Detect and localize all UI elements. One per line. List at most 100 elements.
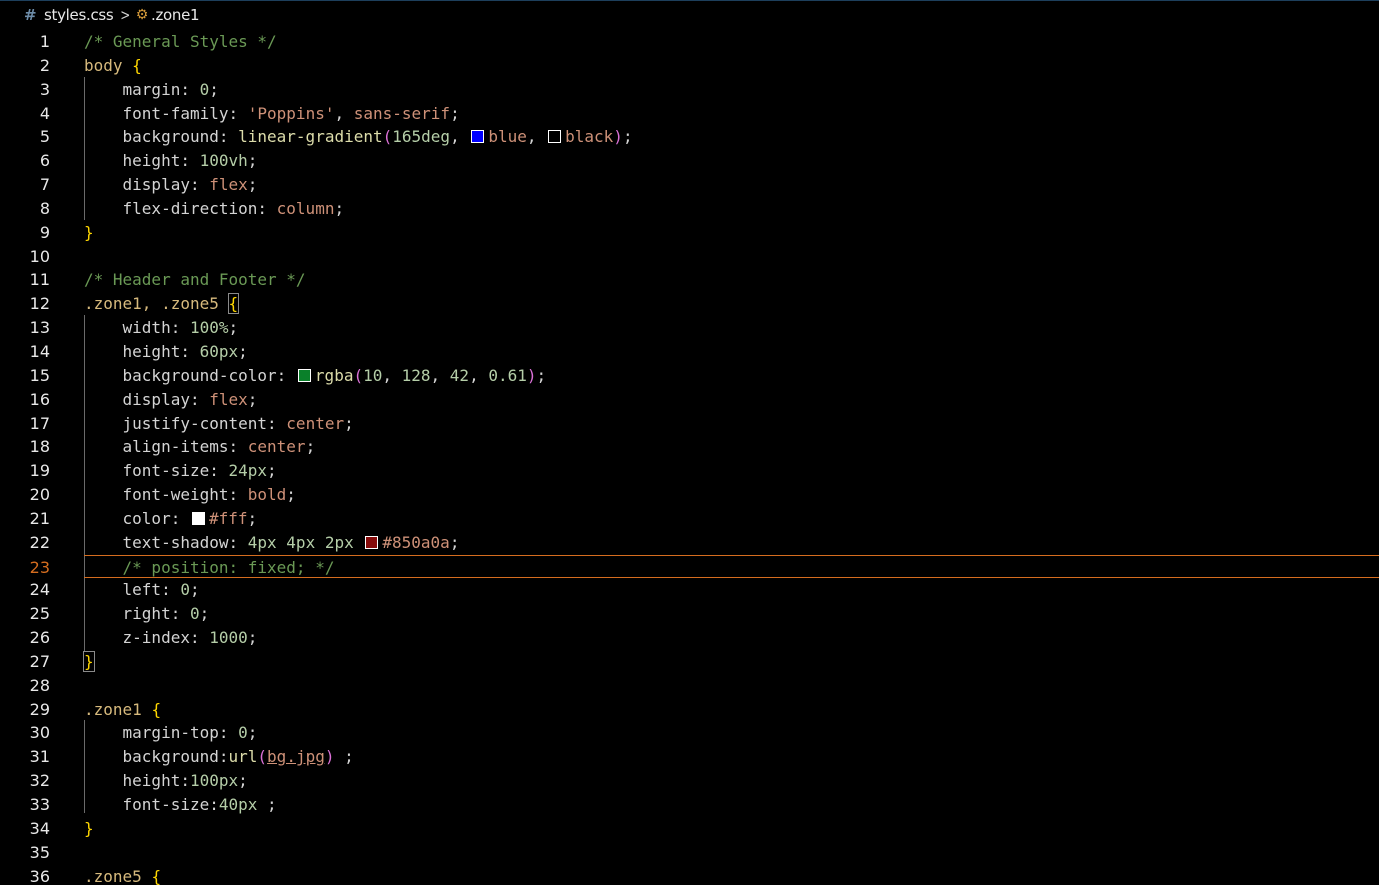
- breadcrumb-symbol[interactable]: .zone1: [151, 6, 200, 24]
- code-token: bold: [247, 485, 287, 505]
- color-swatch[interactable]: [471, 130, 485, 144]
- line-code: .zone5 {: [84, 865, 161, 885]
- code-token: ): [526, 365, 537, 385]
- code-token: 0.61: [488, 365, 527, 385]
- code-line[interactable]: 2 body {: [0, 54, 1379, 78]
- code-line[interactable]: 1 /* General Styles */: [0, 30, 1379, 54]
- code-editor[interactable]: # styles.css > ⚙ .zone1 1 /* General Styl…: [0, 0, 1379, 885]
- code-token: (: [257, 747, 268, 767]
- code-token: {: [227, 293, 240, 315]
- code-line[interactable]: 5 background: linear-gradient(165deg, bl…: [0, 125, 1379, 149]
- code-token: ;: [257, 795, 277, 814]
- color-swatch[interactable]: [548, 130, 562, 144]
- line-number: 5: [39, 127, 50, 147]
- code-line[interactable]: 13 width: 100%;: [0, 316, 1379, 340]
- color-swatch[interactable]: [365, 535, 379, 549]
- code-token: 100px: [189, 771, 239, 791]
- code-token: ): [613, 127, 623, 147]
- code-line[interactable]: 4 font-family: 'Poppins', sans-serif;: [0, 102, 1379, 126]
- code-line[interactable]: 27}: [0, 650, 1379, 674]
- color-swatch[interactable]: [297, 368, 311, 382]
- line-number: 15: [29, 365, 50, 385]
- code-line[interactable]: 7 display: flex;: [0, 173, 1379, 197]
- code-line[interactable]: 12 .zone1, .zone5 {: [0, 292, 1379, 316]
- code-line[interactable]: 23 /* position: fixed; */: [30, 554, 1379, 579]
- line-number: 29: [29, 699, 50, 719]
- code-token: font-weight:: [84, 485, 248, 505]
- code-line[interactable]: 10: [0, 245, 1379, 269]
- code-line[interactable]: 25 right: 0;: [0, 602, 1379, 626]
- code-line[interactable]: 17 justify-content: center;: [0, 412, 1379, 436]
- code-token: column: [276, 198, 335, 218]
- line-code: background: linear-gradient(165deg, blue…: [84, 125, 633, 149]
- code-token: .zone1: [84, 699, 142, 719]
- code-line[interactable]: 14 height: 60px;: [0, 340, 1379, 364]
- code-line[interactable]: 33 font-size:40px ;: [0, 793, 1379, 817]
- code-line[interactable]: 11 /* Header and Footer */: [0, 268, 1379, 292]
- code-token: 0: [180, 580, 190, 600]
- line-code: right: 0;: [84, 602, 210, 626]
- code-token: font-size:: [84, 461, 229, 481]
- code-token: ;: [247, 628, 258, 648]
- code-line[interactable]: 15 background-color: rgba(10, 128, 42, 0…: [0, 364, 1379, 388]
- code-line[interactable]: 28: [0, 674, 1379, 698]
- code-token: }: [84, 818, 94, 838]
- code-line[interactable]: 16 display: flex;: [0, 388, 1379, 412]
- line-number: 18: [29, 437, 50, 457]
- line-number: 9: [39, 222, 50, 242]
- line-number: 35: [29, 842, 50, 862]
- code-line[interactable]: 19 font-size: 24px;: [0, 459, 1379, 483]
- code-token: ;: [199, 604, 210, 624]
- code-token: align-items:: [84, 437, 248, 457]
- line-number: 8: [39, 198, 50, 218]
- code-token: }: [83, 650, 95, 672]
- code-token: 'Poppins': [247, 103, 335, 123]
- color-swatch[interactable]: [191, 511, 205, 525]
- code-token: flex-direction:: [84, 198, 277, 218]
- code-line[interactable]: 32 height:100px;: [0, 769, 1379, 793]
- code-line[interactable]: 21 color: #fff;: [0, 507, 1379, 531]
- code-line[interactable]: 22 text-shadow: 4px 4px 2px #850a0a;: [0, 531, 1379, 555]
- code-line[interactable]: 26 z-index: 1000;: [0, 626, 1379, 650]
- line-code: margin: 0;: [84, 78, 219, 102]
- line-number: 28: [29, 675, 50, 695]
- code-token: width:: [84, 318, 190, 338]
- code-token: ;: [450, 103, 460, 123]
- code-line[interactable]: 20 font-weight: bold;: [0, 483, 1379, 507]
- breadcrumb-file[interactable]: styles.css: [44, 6, 114, 24]
- code-line[interactable]: 36 .zone5 {: [0, 865, 1379, 885]
- line-code: font-size: 24px;: [84, 459, 277, 483]
- code-lines[interactable]: 1/* General Styles */2 body {3 margin: 0;…: [0, 30, 1379, 885]
- code-token: ,: [469, 365, 489, 385]
- code-line[interactable]: 31 background:url(bg.jpg) ;: [0, 745, 1379, 769]
- code-line[interactable]: 30 margin-top: 0;: [0, 721, 1379, 745]
- code-token: text-shadow:: [84, 532, 248, 552]
- line-number: 23: [29, 557, 50, 577]
- code-token: ;: [189, 580, 200, 600]
- code-line[interactable]: 24 left: 0;: [0, 578, 1379, 602]
- code-line[interactable]: 34}: [0, 817, 1379, 841]
- code-token: 0: [189, 604, 200, 624]
- line-code: align-items: center;: [84, 435, 316, 459]
- code-line[interactable]: 9}: [0, 221, 1379, 245]
- code-token: /* position: fixed; */: [84, 557, 335, 577]
- line-number: 27: [29, 651, 50, 671]
- line-code: left: 0;: [84, 578, 200, 602]
- line-number: 21: [29, 508, 50, 528]
- code-line[interactable]: 29 .zone1 {: [0, 698, 1379, 722]
- code-token: ,: [450, 127, 470, 147]
- line-code: /* General Styles */: [84, 30, 277, 54]
- line-code: margin-top: 0;: [84, 721, 258, 745]
- code-line[interactable]: 8 flex-direction: column;: [0, 197, 1379, 221]
- code-token: ;: [536, 365, 547, 385]
- code-token: 100vh: [199, 151, 248, 171]
- code-line[interactable]: 18 align-items: center;: [0, 435, 1379, 459]
- line-code: body {: [84, 54, 142, 78]
- code-line[interactable]: 6 height: 100vh;: [0, 149, 1379, 173]
- code-token: height:: [84, 341, 200, 361]
- code-line[interactable]: 3 margin: 0;: [0, 78, 1379, 102]
- code-line[interactable]: 35: [0, 841, 1379, 865]
- code-token: ;: [247, 508, 258, 528]
- code-token: ;: [247, 151, 258, 171]
- code-token: 40px: [218, 795, 258, 814]
